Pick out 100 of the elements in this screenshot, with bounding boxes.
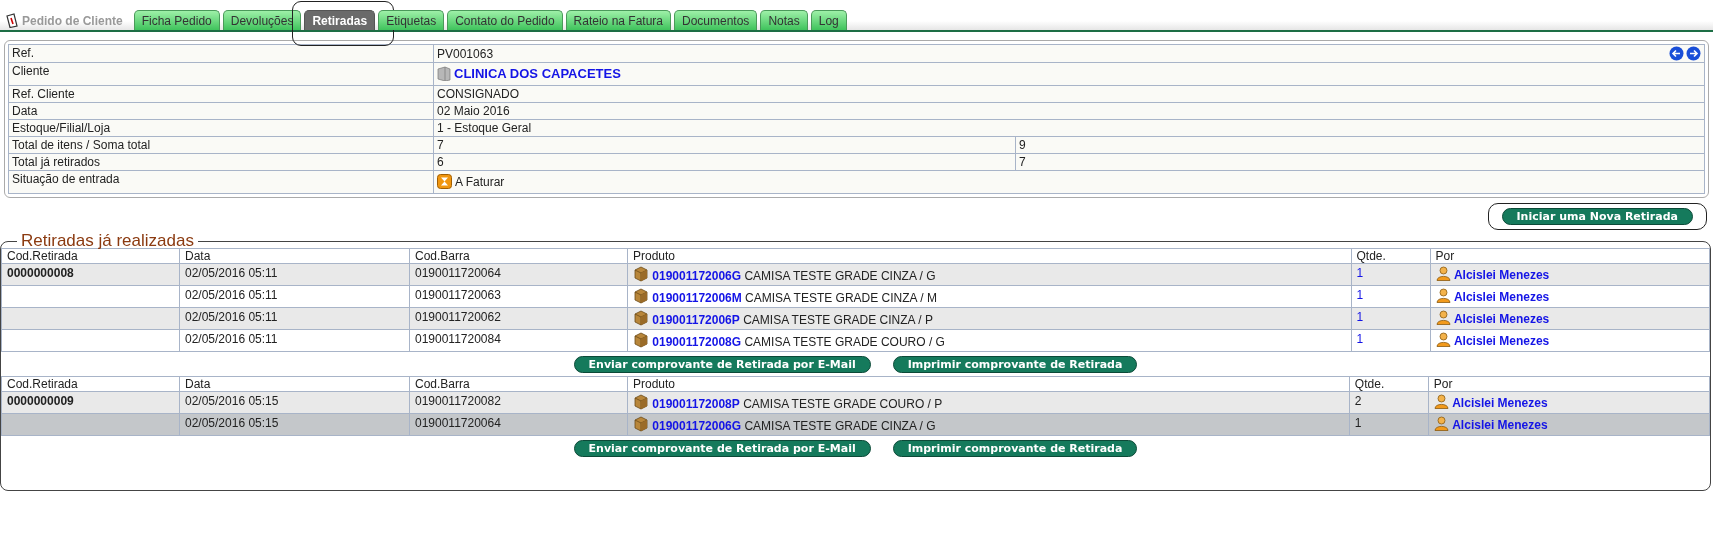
field-label: Estoque/Filial/Loja xyxy=(8,119,434,137)
table-cell: 9 xyxy=(1015,136,1705,154)
person-icon xyxy=(1435,332,1451,347)
person-icon xyxy=(1433,416,1449,431)
tab[interactable]: Retiradas xyxy=(304,10,376,30)
hourglass-icon xyxy=(437,174,452,189)
column-header: Por xyxy=(1430,248,1710,264)
box-icon xyxy=(633,310,649,326)
field-label: Data xyxy=(8,102,434,120)
table-cell: 0190011720064 xyxy=(415,266,501,280)
next-arrow-icon[interactable] xyxy=(1686,46,1701,61)
table-cell: 6 xyxy=(433,153,1016,171)
building-icon xyxy=(437,66,451,81)
column-header: Por xyxy=(1428,376,1710,392)
box-icon xyxy=(633,394,649,410)
product-link[interactable]: 019001172008G xyxy=(652,335,742,349)
person-icon xyxy=(1435,288,1451,303)
table-row[interactable]: 0000000009 02/05/2016 05:15 0190011720082 019001172008P CAMISA TESTE GRADE COURO / P 2 Alcislei Menezes xyxy=(1,391,1710,414)
field-label: Total de itens / Soma total xyxy=(8,136,434,154)
table-cell: 1 xyxy=(1354,416,1362,430)
table-cell: 0190011720063 xyxy=(415,288,501,302)
person-icon xyxy=(1435,266,1451,281)
table-row[interactable]: 02/05/2016 05:11 0190011720063 019001172006M CAMISA TESTE GRADE CINZA / M 1 Alcislei Menezes xyxy=(1,285,1710,308)
table-cell: 0000000008 xyxy=(7,266,74,280)
table-cell: 02/05/2016 05:11 xyxy=(185,310,278,324)
tab[interactable]: Ficha Pedido xyxy=(133,10,220,30)
column-header: Produto xyxy=(627,248,1352,264)
table-cell: 02/05/2016 05:15 xyxy=(185,416,279,430)
product-link[interactable]: 019001172008P xyxy=(652,397,740,411)
column-header: Cod.Barra xyxy=(409,248,628,264)
table-cell: 0000000009 xyxy=(7,394,74,408)
table-cell: 02/05/2016 05:11 xyxy=(185,332,278,346)
table-cell: 0190011720084 xyxy=(415,332,501,346)
tab[interactable]: Etiquetas xyxy=(378,10,445,30)
quantity-link[interactable]: 1 xyxy=(1356,332,1364,346)
table-cell: 2 xyxy=(1354,394,1362,408)
ref-value: PV001063 xyxy=(437,46,494,61)
table-cell: 0190011720064 xyxy=(415,416,501,430)
action-button[interactable]: Enviar comprovante de Retirada por E-Mail xyxy=(573,440,871,457)
box-icon xyxy=(633,266,649,282)
table-cell: 02/05/2016 05:11 xyxy=(185,288,278,302)
box-icon xyxy=(633,332,649,348)
table-row[interactable]: 02/05/2016 05:11 0190011720084 019001172008G CAMISA TESTE GRADE COURO / G 1 Alcislei Menezes xyxy=(1,329,1710,352)
tab[interactable]: Log xyxy=(810,10,847,30)
column-header: Data xyxy=(179,376,410,392)
status-text: A Faturar xyxy=(455,175,505,189)
column-header: Produto xyxy=(627,376,1350,392)
field-label: Cliente xyxy=(8,62,434,86)
table-cell: 02/05/2016 05:11 xyxy=(185,266,278,280)
action-button[interactable]: Enviar comprovante de Retirada por E-Mail xyxy=(573,356,871,373)
client-link[interactable]: CLINICA DOS CAPACETES xyxy=(454,67,621,81)
field-label: Ref. xyxy=(8,44,434,63)
action-button[interactable]: Imprimir comprovante de Retirada xyxy=(892,356,1138,373)
table-cell: 0190011720062 xyxy=(415,310,501,324)
product-name: CAMISA TESTE GRADE CINZA / G xyxy=(744,269,936,283)
box-icon xyxy=(633,288,649,304)
previous-arrow-icon[interactable] xyxy=(1669,46,1684,61)
field-label: Ref. Cliente xyxy=(8,85,434,103)
page-title: Pedido de Cliente xyxy=(22,13,123,28)
table-row[interactable]: 0000000008 02/05/2016 05:11 0190011720064 019001172006G CAMISA TESTE GRADE CINZA / G 1 Alcislei Menezes xyxy=(1,263,1710,286)
product-link[interactable]: 019001172006G xyxy=(652,419,742,433)
quantity-link[interactable]: 1 xyxy=(1356,288,1364,302)
quantity-link[interactable]: 1 xyxy=(1356,266,1364,280)
product-name: CAMISA TESTE GRADE COURO / P xyxy=(743,397,943,411)
column-header: Qtde. xyxy=(1351,248,1431,264)
product-name: CAMISA TESTE GRADE CINZA / P xyxy=(743,313,933,327)
tab[interactable]: Devoluções xyxy=(222,10,302,30)
column-header: Cod.Retirada xyxy=(1,248,180,264)
field-label: Situação de entrada xyxy=(8,170,434,194)
tab[interactable]: Documentos xyxy=(674,10,758,30)
action-button[interactable]: Iniciar uma Nova Retirada xyxy=(1501,208,1693,225)
quantity-link[interactable]: 1 xyxy=(1356,310,1364,324)
field-value: 02 Maio 2016 xyxy=(437,104,510,118)
field-value: CONSIGNADO xyxy=(437,87,519,101)
action-button[interactable]: Imprimir comprovante de Retirada xyxy=(892,440,1138,457)
product-name: CAMISA TESTE GRADE CINZA / G xyxy=(744,419,936,433)
product-link[interactable]: 019001172006G xyxy=(652,269,742,283)
tab[interactable]: Notas xyxy=(760,10,808,30)
person-icon xyxy=(1435,310,1451,325)
table-cell: 7 xyxy=(1015,153,1705,171)
column-header: Data xyxy=(179,248,410,264)
person-icon xyxy=(1433,394,1449,409)
table-cell: 02/05/2016 05:15 xyxy=(185,394,279,408)
table-row[interactable]: 02/05/2016 05:15 0190011720064 019001172006G CAMISA TESTE GRADE CINZA / G 1 Alcislei Menezes xyxy=(1,413,1710,436)
field-value: 1 - Estoque Geral xyxy=(437,121,532,135)
product-link[interactable]: 019001172006M xyxy=(652,291,742,305)
product-link[interactable]: 019001172006P xyxy=(652,313,740,327)
table-cell: 7 xyxy=(433,136,1016,154)
tab[interactable]: Rateio na Fatura xyxy=(565,10,671,30)
tab[interactable]: Contato do Pedido xyxy=(447,10,563,30)
product-name: CAMISA TESTE GRADE COURO / G xyxy=(744,335,945,349)
document-pen-icon xyxy=(6,13,19,28)
column-header: Cod.Retirada xyxy=(1,376,180,392)
table-cell: 0190011720082 xyxy=(415,394,501,408)
column-header: Cod.Barra xyxy=(409,376,628,392)
table-row[interactable]: 02/05/2016 05:11 0190011720062 019001172006P CAMISA TESTE GRADE CINZA / P 1 Alcislei Menezes xyxy=(1,307,1710,330)
column-header: Qtde. xyxy=(1349,376,1429,392)
box-icon xyxy=(633,416,649,432)
section-title: Retiradas já realizadas xyxy=(20,234,195,248)
product-name: CAMISA TESTE GRADE CINZA / M xyxy=(745,291,937,305)
